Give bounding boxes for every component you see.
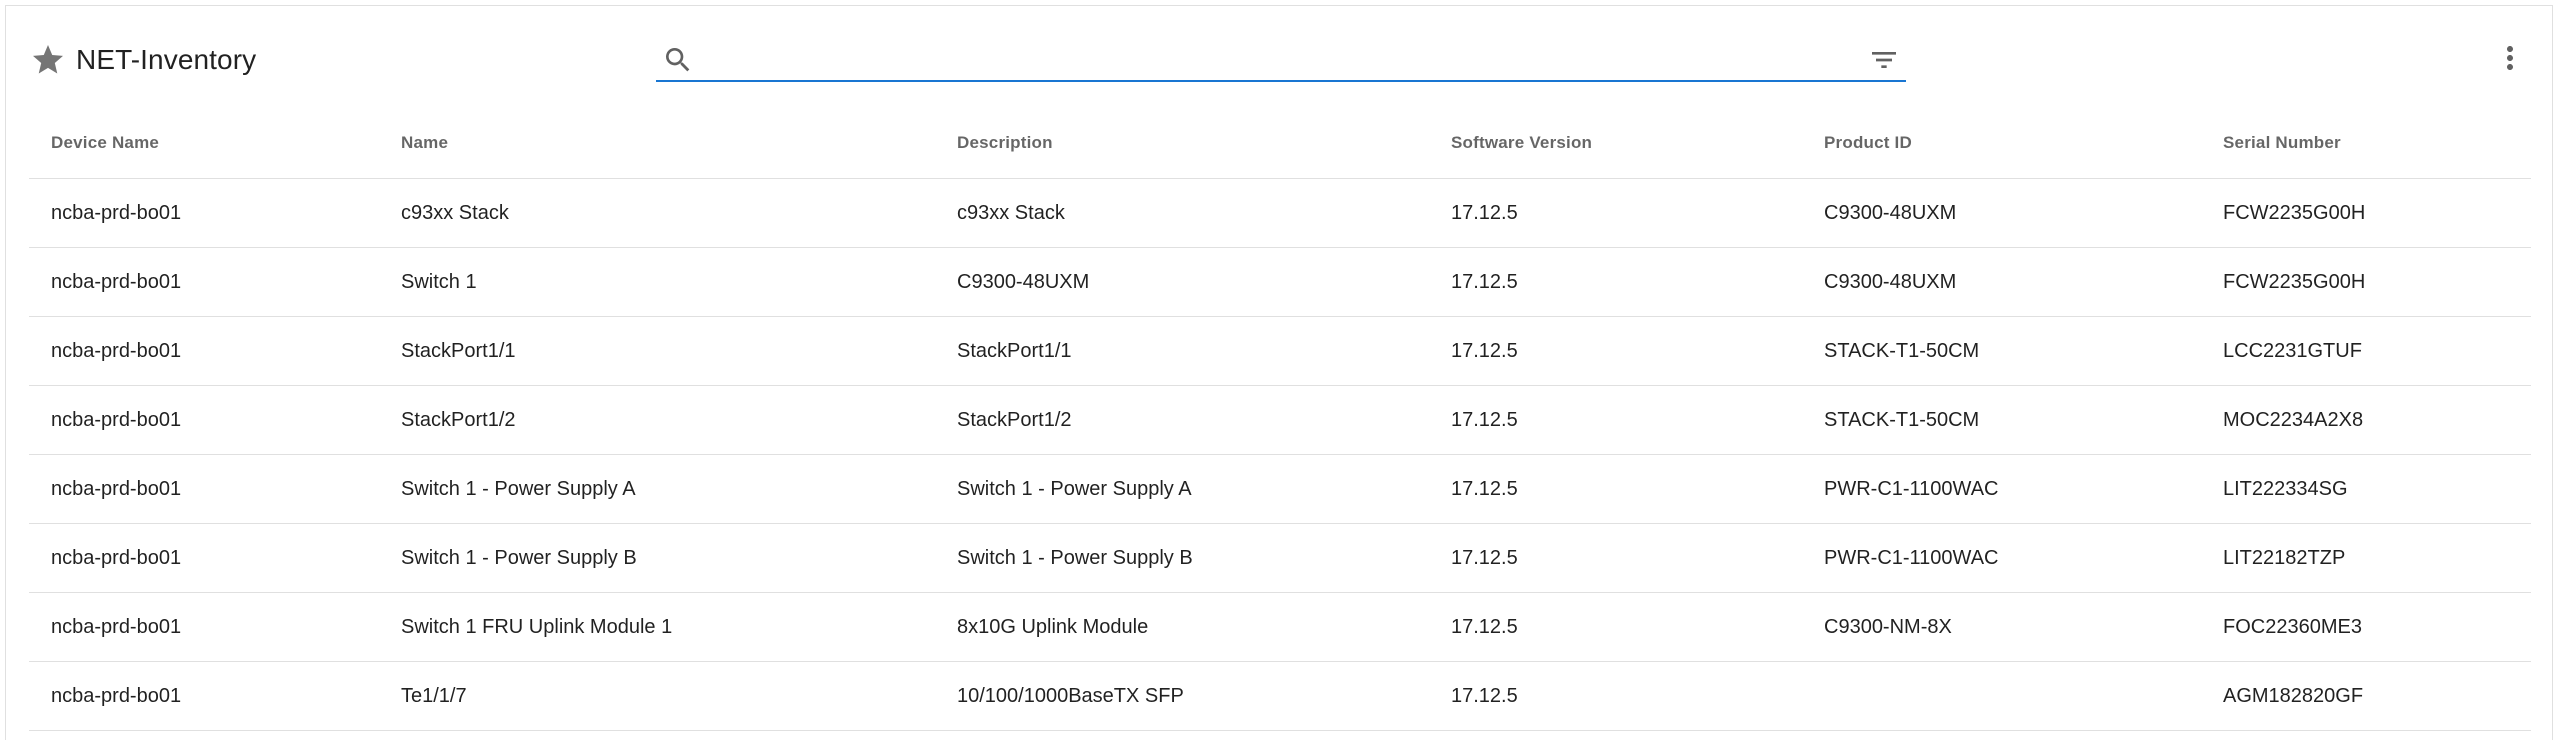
cell-software-version: 17.12.5 (1429, 178, 1802, 248)
search-input[interactable] (702, 40, 1822, 76)
cell-description: c93xx Stack (935, 178, 1429, 248)
cell-product-id: C9300-48UXM (1802, 178, 2201, 248)
cell-software-version: 17.12.5 (1429, 523, 1802, 593)
cell-serial-number: FOC22360ME3 (2201, 592, 2531, 662)
cell-serial-number: LIT222334SG (2201, 454, 2531, 524)
cell-software-version: 17.12.5 (1429, 385, 1802, 455)
cell-device-name: ncba-prd-bo01 (29, 523, 379, 593)
cell-serial-number: LIT22182TZP (2201, 523, 2531, 593)
cell-serial-number: FCW2235G00H (2201, 247, 2531, 317)
cell-device-name: ncba-prd-bo01 (29, 454, 379, 524)
cell-product-id: STACK-T1-50CM (1802, 385, 2201, 455)
cell-name: Switch 1 - Power Supply B (379, 523, 935, 593)
cell-device-name: ncba-prd-bo01 (29, 316, 379, 386)
cell-device-name: ncba-prd-bo01 (29, 661, 379, 731)
table-row[interactable]: ncba-prd-bo01 Switch 1 C9300-48UXM 17.12… (29, 247, 2531, 317)
inventory-table: Device Name Name Description Software Ve… (29, 108, 2531, 731)
cell-device-name: ncba-prd-bo01 (29, 385, 379, 455)
cell-description: Switch 1 - Power Supply B (935, 523, 1429, 593)
cell-serial-number: MOC2234A2X8 (2201, 385, 2531, 455)
column-header-description[interactable]: Description (935, 108, 1429, 179)
cell-software-version: 17.12.5 (1429, 661, 1802, 731)
cell-product-id: STACK-T1-50CM (1802, 316, 2201, 386)
cell-device-name: ncba-prd-bo01 (29, 592, 379, 662)
cell-device-name: ncba-prd-bo01 (29, 178, 379, 248)
column-header-product-id[interactable]: Product ID (1802, 108, 2201, 179)
cell-software-version: 17.12.5 (1429, 592, 1802, 662)
star-icon[interactable] (30, 42, 66, 78)
cell-serial-number: AGM182820GF (2201, 661, 2531, 731)
cell-description: Switch 1 - Power Supply A (935, 454, 1429, 524)
table-row[interactable]: ncba-prd-bo01 Switch 1 FRU Uplink Module… (29, 592, 2531, 662)
cell-description: 8x10G Uplink Module (935, 592, 1429, 662)
cell-product-id: PWR-C1-1100WAC (1802, 454, 2201, 524)
table-row[interactable]: ncba-prd-bo01 Switch 1 - Power Supply A … (29, 454, 2531, 524)
cell-description: StackPort1/1 (935, 316, 1429, 386)
cell-product-id: PWR-C1-1100WAC (1802, 523, 2201, 593)
cell-software-version: 17.12.5 (1429, 454, 1802, 524)
table-row[interactable]: ncba-prd-bo01 Te1/1/7 10/100/1000BaseTX … (29, 661, 2531, 731)
table-row[interactable]: ncba-prd-bo01 StackPort1/1 StackPort1/1 … (29, 316, 2531, 386)
cell-device-name: ncba-prd-bo01 (29, 247, 379, 317)
cell-product-id: C9300-48UXM (1802, 247, 2201, 317)
more-vert-icon[interactable] (2492, 40, 2528, 76)
column-header-name[interactable]: Name (379, 108, 935, 179)
cell-software-version: 17.12.5 (1429, 247, 1802, 317)
cell-serial-number: LCC2231GTUF (2201, 316, 2531, 386)
column-header-device-name[interactable]: Device Name (29, 108, 379, 179)
search-bar (656, 36, 1906, 82)
column-header-software-version[interactable]: Software Version (1429, 108, 1802, 179)
toolbar: NET-Inventory (6, 6, 2552, 106)
cell-name: Switch 1 - Power Supply A (379, 454, 935, 524)
table-header-row: Device Name Name Description Software Ve… (29, 108, 2531, 179)
search-icon (662, 44, 694, 76)
table-row[interactable]: ncba-prd-bo01 c93xx Stack c93xx Stack 17… (29, 178, 2531, 248)
cell-product-id: C9300-NM-8X (1802, 592, 2201, 662)
table-row[interactable]: ncba-prd-bo01 Switch 1 - Power Supply B … (29, 523, 2531, 593)
cell-name: Switch 1 (379, 247, 935, 317)
filter-list-icon[interactable] (1868, 44, 1900, 76)
cell-name: c93xx Stack (379, 178, 935, 248)
cell-name: StackPort1/1 (379, 316, 935, 386)
inventory-panel: NET-Inventory Device Name Name Descripti… (5, 5, 2553, 740)
cell-name: Te1/1/7 (379, 661, 935, 731)
cell-serial-number: FCW2235G00H (2201, 178, 2531, 248)
cell-name: StackPort1/2 (379, 385, 935, 455)
cell-product-id (1802, 661, 2201, 731)
column-header-serial-number[interactable]: Serial Number (2201, 108, 2531, 179)
page-title: NET-Inventory (76, 44, 257, 75)
cell-name: Switch 1 FRU Uplink Module 1 (379, 592, 935, 662)
cell-software-version: 17.12.5 (1429, 316, 1802, 386)
cell-description: 10/100/1000BaseTX SFP (935, 661, 1429, 731)
cell-description: StackPort1/2 (935, 385, 1429, 455)
cell-description: C9300-48UXM (935, 247, 1429, 317)
table-row[interactable]: ncba-prd-bo01 StackPort1/2 StackPort1/2 … (29, 385, 2531, 455)
